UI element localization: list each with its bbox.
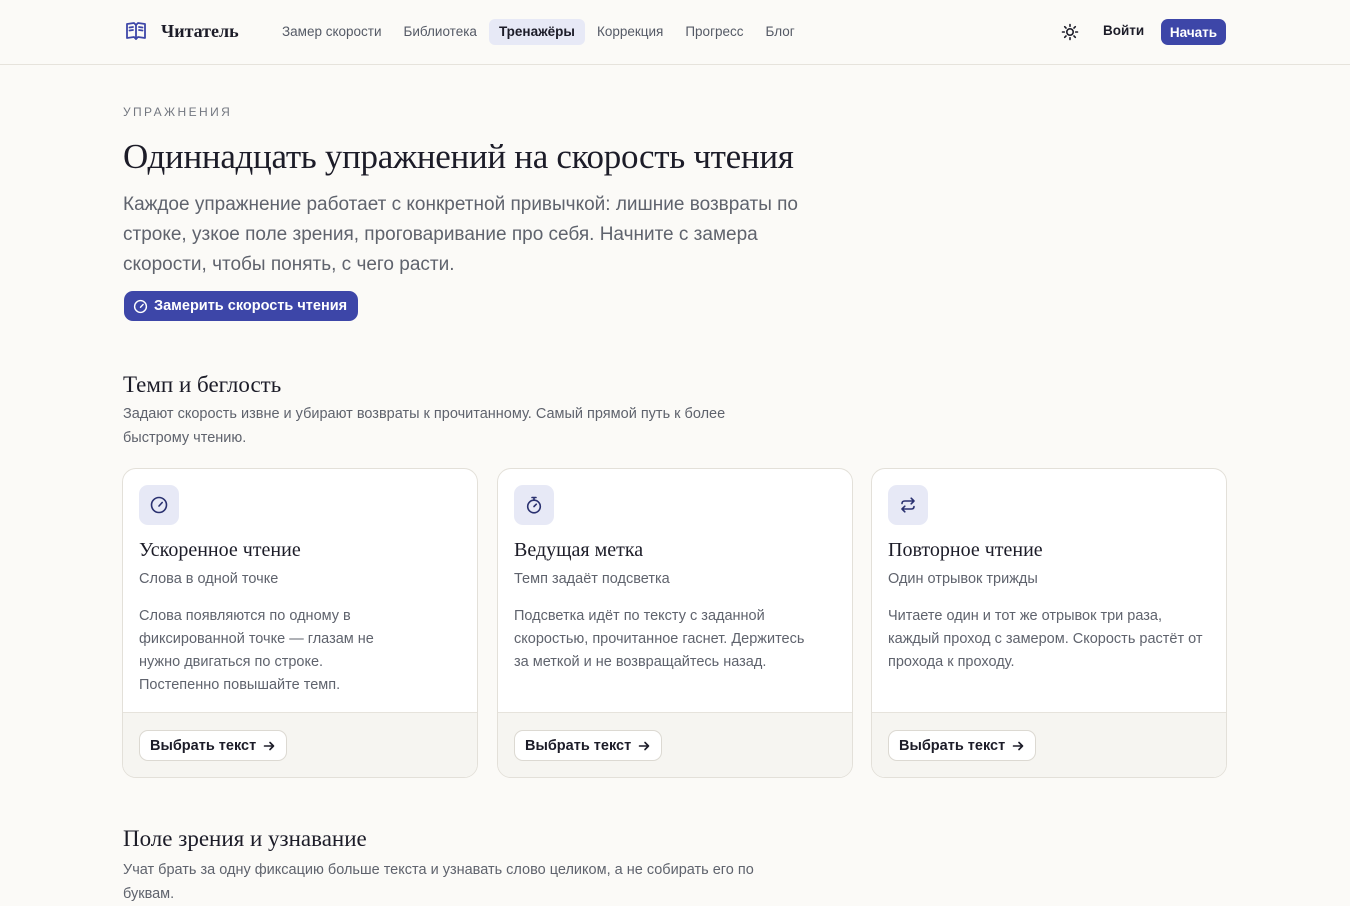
measure-speed-button[interactable]: Замерить скорость чтения: [124, 291, 359, 321]
nav-item-trainers[interactable]: Тренажёры: [488, 19, 585, 45]
stopwatch-icon: [526, 496, 542, 514]
logo[interactable]: Читатель: [125, 20, 239, 42]
theme-toggle-button[interactable]: [1060, 22, 1080, 42]
repeat-icon: [901, 497, 915, 513]
sun-icon: [1061, 23, 1079, 41]
choose-text-label: Выбрать текст: [150, 737, 257, 754]
open-book-icon: [126, 22, 146, 40]
arrow-right-icon: [1012, 741, 1024, 750]
card-body: Подсветка идёт по тексту с заданной скор…: [514, 608, 805, 670]
section-title-field-of-view: Поле зрения и узнавание: [123, 826, 367, 851]
measure-speed-label: Замерить скорость чтения: [154, 298, 348, 314]
choose-text-label: Выбрать текст: [899, 737, 1006, 754]
page-title: Одиннадцать упражнений на скорость чтени…: [123, 137, 794, 176]
card-body: Читаете один и тот же отрывок три раза, …: [888, 608, 1203, 670]
card-footer: Выбрать текст: [872, 712, 1226, 777]
eyebrow-label: УПРАЖНЕНИЯ: [123, 105, 233, 119]
choose-text-button[interactable]: Выбрать текст: [514, 730, 663, 761]
section-desc-field-of-view: Учат брать за одну фиксацию больше текст…: [123, 862, 754, 902]
site-header: Читатель Замер скорости Библиотека Трена…: [0, 0, 1350, 65]
card-icon-box: [888, 485, 928, 525]
section-title-tempo: Темп и беглость: [123, 372, 282, 397]
card-body: Слова появляются по одному в фиксированн…: [139, 608, 374, 693]
nav-item-library[interactable]: Библиотека: [394, 19, 487, 45]
card-subtitle: Темп задаёт подсветка: [514, 571, 670, 587]
nav-item-blog[interactable]: Блог: [756, 19, 805, 45]
nav-item-progress[interactable]: Прогресс: [675, 19, 753, 45]
card-subtitle: Один отрывок трижды: [888, 571, 1038, 587]
gauge-icon: [150, 496, 168, 514]
card-title: Повторное чтение: [888, 539, 1043, 561]
main-nav: Замер скорости Библиотека Тренажёры Корр…: [272, 19, 805, 45]
section-desc-tempo: Задают скорость извне и убирают возвраты…: [123, 406, 726, 446]
start-button[interactable]: Начать: [1161, 19, 1226, 45]
nav-item-correction[interactable]: Коррекция: [587, 19, 673, 45]
card-icon-box: [514, 485, 554, 525]
card-subtitle: Слова в одной точке: [139, 571, 279, 587]
nav-item-speed-test[interactable]: Замер скорости: [272, 19, 392, 45]
exercise-card-rsvp: Ускоренное чтение Слова в одной точке Сл…: [122, 468, 478, 778]
arrow-right-icon: [263, 741, 275, 750]
gauge-icon: [133, 299, 148, 313]
exercise-card-leading-marker: Ведущая метка Темп задаёт подсветка Подс…: [497, 468, 853, 778]
exercise-card-repeated-reading: Повторное чтение Один отрывок трижды Чит…: [871, 468, 1227, 778]
card-title: Ведущая метка: [514, 539, 644, 561]
card-footer: Выбрать текст: [123, 712, 477, 777]
choose-text-button[interactable]: Выбрать текст: [888, 730, 1037, 761]
choose-text-button[interactable]: Выбрать текст: [139, 730, 288, 761]
choose-text-label: Выбрать текст: [525, 737, 632, 754]
card-title: Ускоренное чтение: [139, 539, 301, 561]
card-footer: Выбрать текст: [498, 712, 852, 777]
arrow-right-icon: [638, 741, 650, 750]
page-lead: Каждое упражнение работает с конкретной …: [123, 194, 798, 275]
card-icon-box: [139, 485, 179, 525]
logo-text: Читатель: [161, 20, 239, 41]
login-link[interactable]: Войти: [1103, 23, 1144, 38]
